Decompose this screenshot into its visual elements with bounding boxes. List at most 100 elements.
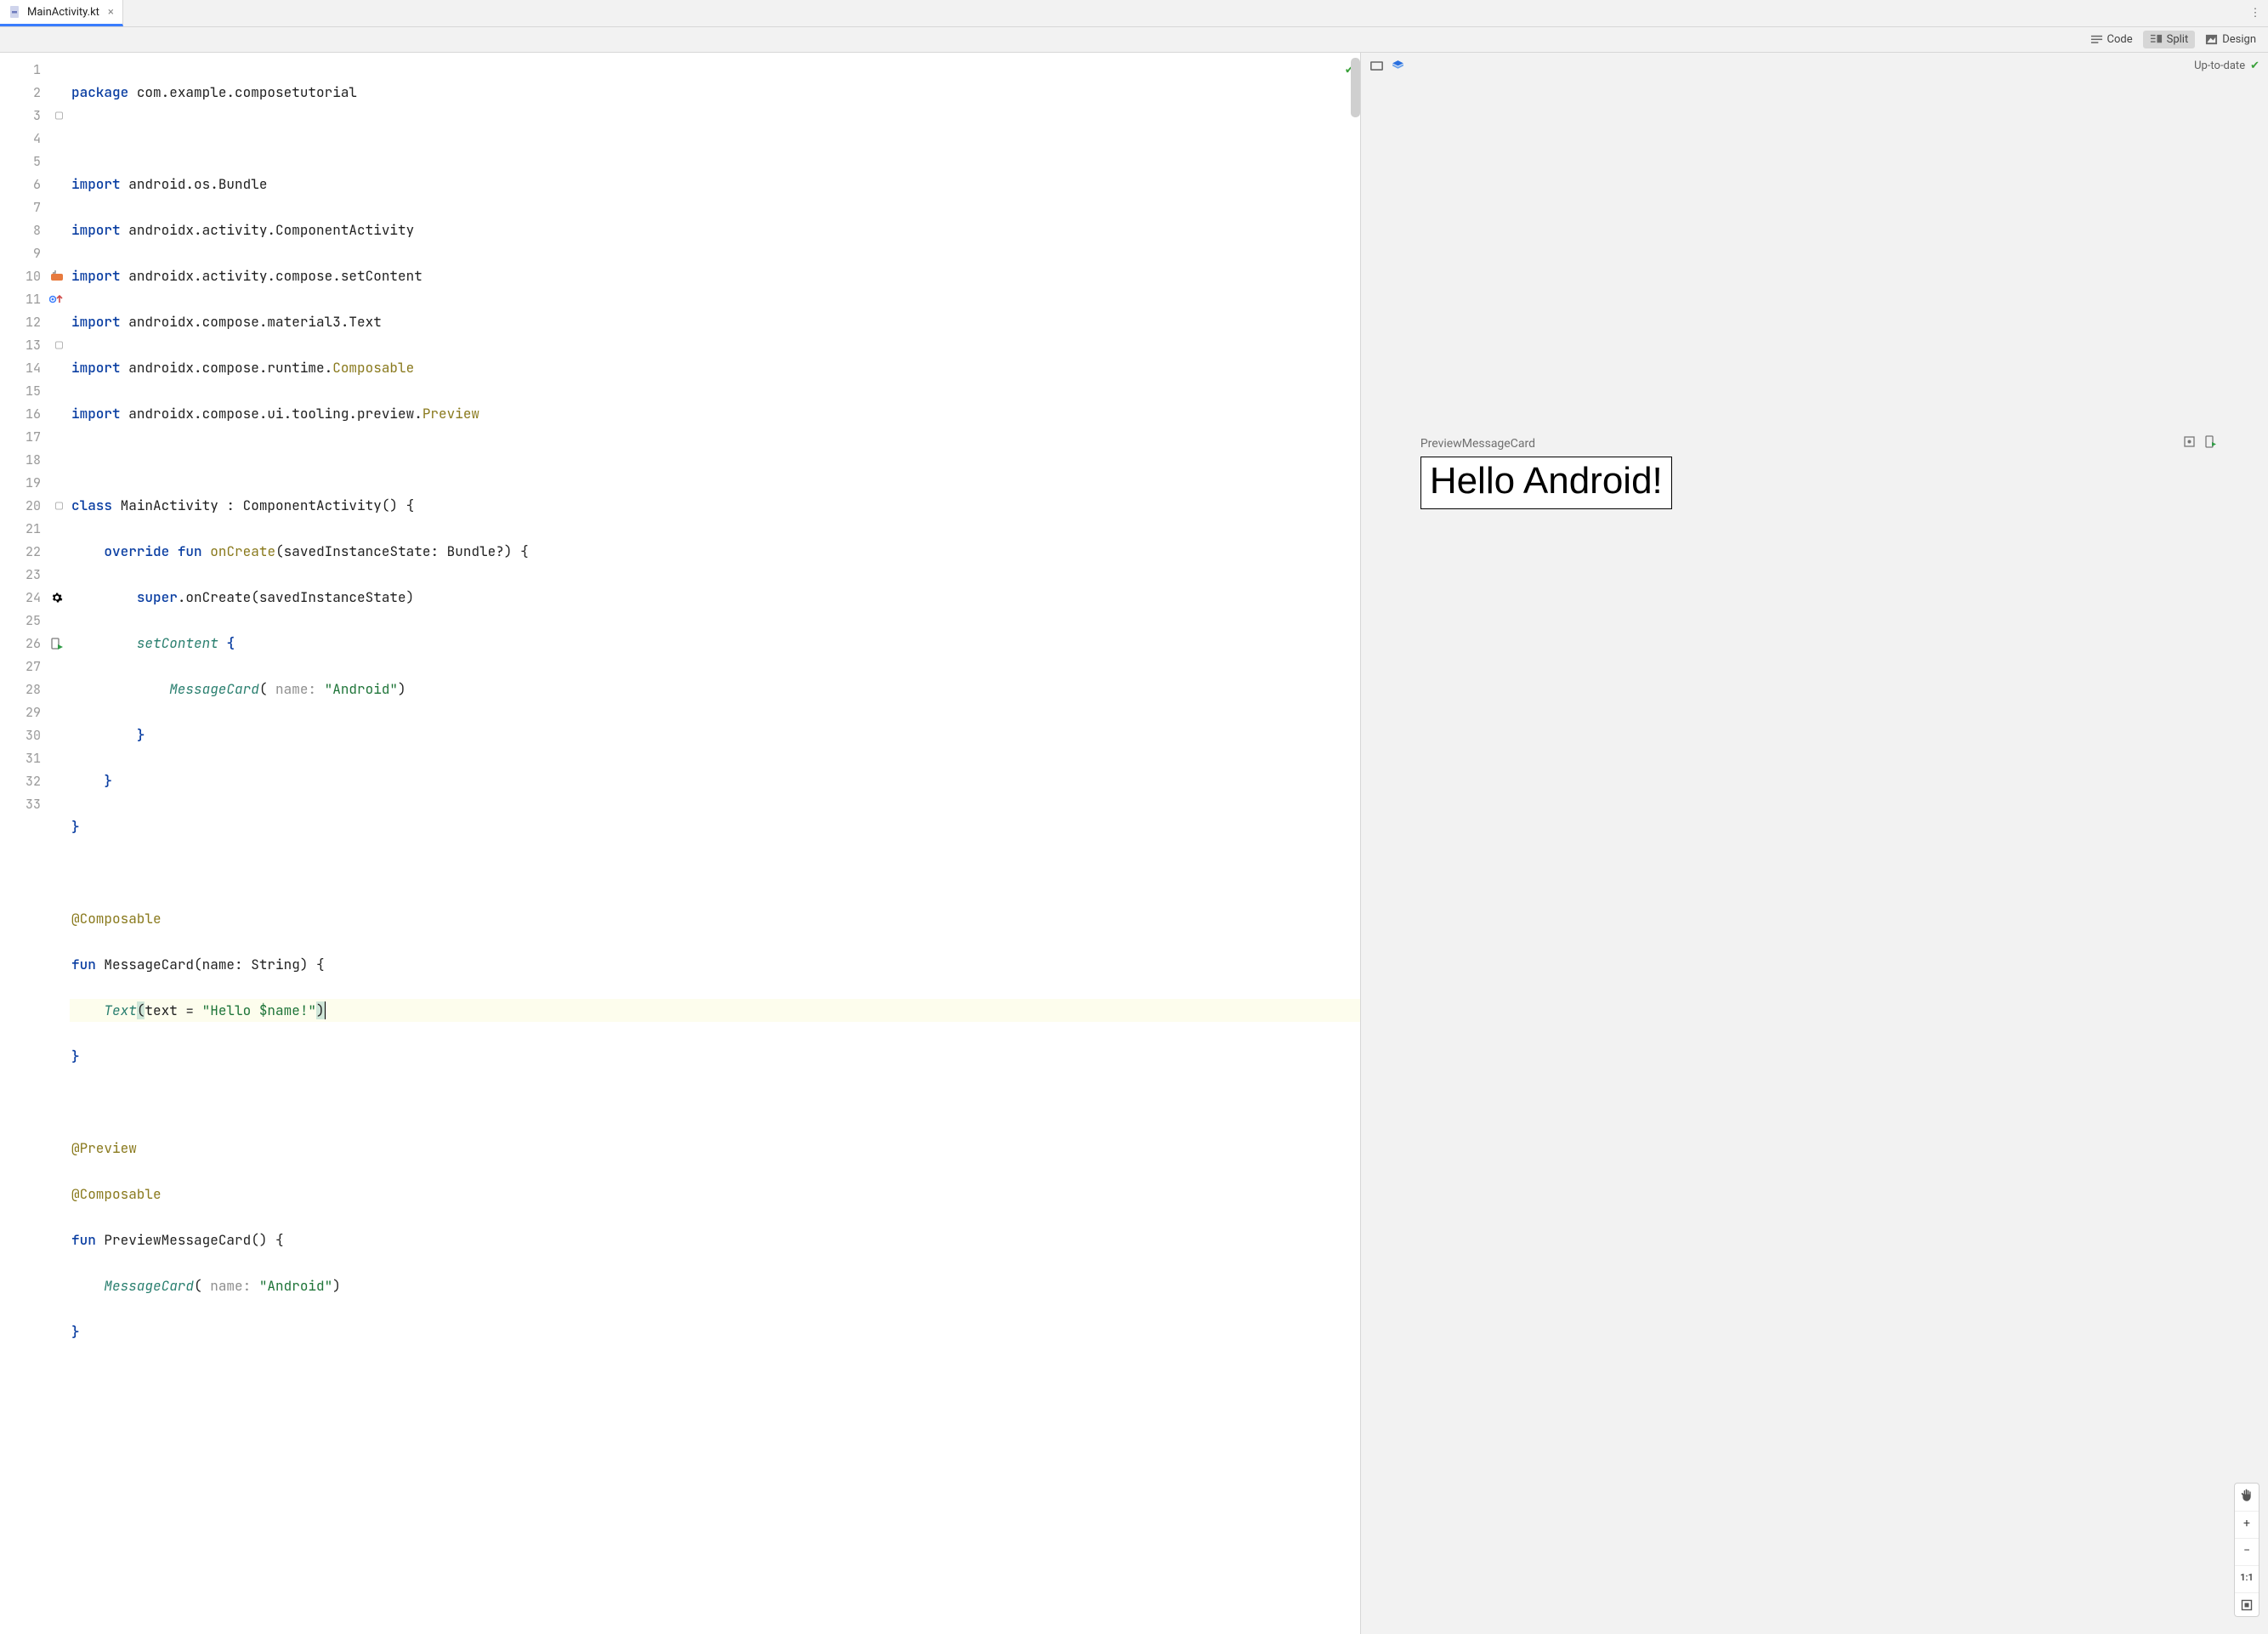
import-line: androidx.compose.runtime. (128, 359, 332, 377)
fold-handle-icon[interactable] (55, 341, 63, 349)
close-icon[interactable]: × (108, 6, 114, 19)
deploy-preview-icon[interactable] (2204, 435, 2217, 451)
preview-canvas-icon[interactable] (1369, 59, 1384, 73)
kw-override: override (104, 542, 169, 560)
compose-preview-panel: Up-to-date ✔ PreviewMessageCard (1361, 53, 2268, 1634)
zoom-out-button[interactable]: − (2235, 1538, 2259, 1562)
view-mode-design-label: Design (2222, 33, 2256, 46)
view-mode-split-label: Split (2167, 33, 2189, 46)
line-number: 32 (26, 773, 41, 790)
code-lines-icon (2090, 33, 2103, 46)
package-path: com.example.composetutorial (137, 83, 357, 101)
line-number: 29 (26, 704, 41, 721)
line-number: 8 (33, 222, 41, 239)
import-symbol: Composable (332, 359, 414, 377)
import-symbol: Preview (422, 405, 479, 423)
line-number: 1 (33, 61, 41, 78)
fn-setcontent: setContent (137, 634, 218, 652)
fold-handle-icon[interactable] (55, 111, 63, 119)
preview-composable-header: PreviewMessageCard (1420, 435, 2217, 451)
import-line: android.os.Bundle (128, 175, 267, 193)
view-mode-toolbar: Code Split Design (0, 27, 2268, 53)
kw-fun: fun (71, 956, 96, 973)
string-literal: "Android" (259, 1277, 332, 1295)
fn-text: Text (104, 1001, 136, 1019)
kw-fun: fun (178, 542, 202, 560)
fn-decl: MessageCard(name: String) { (104, 956, 324, 973)
preview-canvas[interactable]: PreviewMessageCard Hello Android! (1361, 78, 2268, 1634)
kw-import: import (71, 359, 121, 377)
pan-tool-button[interactable] (2235, 1484, 2259, 1507)
kw-fun: fun (71, 1231, 96, 1249)
line-number: 9 (33, 245, 41, 262)
import-line: androidx.activity.ComponentActivity (128, 221, 414, 239)
code-editor[interactable]: 1 2 3 4 5 6 7 8 9 10 11 (0, 53, 1361, 1634)
kw-import: import (71, 175, 121, 193)
super-call: .onCreate(savedInstanceState) (178, 588, 414, 606)
zoom-fit-button[interactable] (2235, 1592, 2259, 1616)
preview-status-label: Up-to-date (2194, 60, 2245, 72)
preview-render-text: Hello Android! (1430, 460, 1663, 502)
arg-label: text = (145, 1001, 201, 1019)
kw-import: import (71, 267, 121, 285)
animation-inspector-icon[interactable] (2183, 435, 2196, 451)
split-view-icon (2150, 33, 2163, 46)
layers-icon[interactable] (1391, 59, 1405, 73)
line-number: 27 (26, 658, 41, 675)
line-number: 4 (33, 130, 41, 147)
line-number: 22 (26, 543, 41, 560)
line-number: 13 (26, 337, 41, 354)
line-number: 3 (33, 107, 41, 124)
kw-import: import (71, 405, 121, 423)
line-number: 21 (26, 520, 41, 537)
preview-composable-name: PreviewMessageCard (1420, 437, 1535, 451)
tab-bar: MainActivity.kt × ⋮ (0, 0, 2268, 27)
string-literal: "Hello $name!" (202, 1001, 316, 1019)
zoom-reset-button[interactable]: 1:1 (2235, 1565, 2259, 1589)
line-number: 26 (26, 635, 41, 652)
line-number: 30 (26, 727, 41, 744)
zoom-in-button[interactable]: + (2235, 1511, 2259, 1535)
view-mode-code-label: Code (2107, 33, 2133, 46)
view-mode-design[interactable]: Design (2198, 31, 2263, 48)
preview-render-output: Hello Android! (1420, 457, 1672, 509)
editor-gutter: 1 2 3 4 5 6 7 8 9 10 11 (0, 53, 68, 1634)
fn-messagecard: MessageCard (169, 680, 259, 698)
kotlin-file-icon (9, 5, 22, 19)
kw-import: import (71, 313, 121, 331)
view-mode-code[interactable]: Code (2084, 31, 2140, 48)
more-options-button[interactable]: ⋮ (2242, 0, 2268, 26)
file-tab[interactable]: MainActivity.kt × (0, 0, 123, 26)
file-tab-label: MainActivity.kt (27, 6, 99, 19)
line-number: 2 (33, 84, 41, 101)
view-mode-split[interactable]: Split (2143, 31, 2196, 48)
line-number: 19 (26, 474, 41, 491)
run-preview-gutter-icon[interactable] (51, 638, 63, 650)
settings-gutter-icon[interactable] (51, 592, 63, 604)
line-number: 10 (26, 268, 41, 285)
code-area[interactable]: package com.example.composetutorial impo… (68, 53, 1360, 1634)
class-decl: MainActivity : ComponentActivity() { (121, 496, 415, 514)
zoom-controls: + − 1:1 (2234, 1483, 2259, 1617)
preview-toolbar: Up-to-date ✔ (1361, 53, 2268, 78)
line-number: 18 (26, 451, 41, 468)
line-number: 24 (26, 589, 41, 606)
kw-import: import (71, 221, 121, 239)
editor-scrollbar[interactable] (1351, 58, 1360, 117)
line-number: 17 (26, 428, 41, 445)
line-number: 6 (33, 176, 41, 193)
fn-messagecard: MessageCard (104, 1277, 194, 1295)
run-gutter-icon[interactable] (51, 270, 63, 282)
line-number: 28 (26, 681, 41, 698)
line-number: 11 (26, 291, 41, 308)
fn-decl: PreviewMessageCard() { (104, 1231, 283, 1249)
param-name: name: (267, 680, 324, 698)
fold-handle-icon[interactable] (55, 502, 63, 509)
fn-oncreate: onCreate (210, 542, 275, 560)
line-number: 14 (26, 360, 41, 377)
fn-params: (savedInstanceState: Bundle?) { (275, 542, 529, 560)
kw-class: class (71, 496, 112, 514)
line-number: 12 (26, 314, 41, 331)
design-view-icon (2205, 33, 2218, 46)
override-gutter-icon[interactable] (49, 294, 63, 304)
